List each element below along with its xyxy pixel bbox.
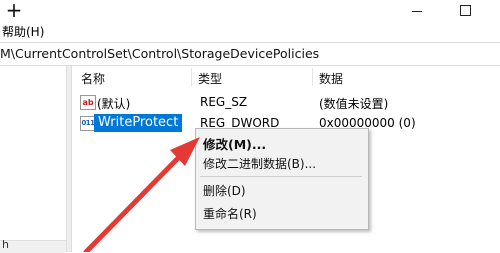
annotation-arrow-icon (83, 137, 200, 252)
